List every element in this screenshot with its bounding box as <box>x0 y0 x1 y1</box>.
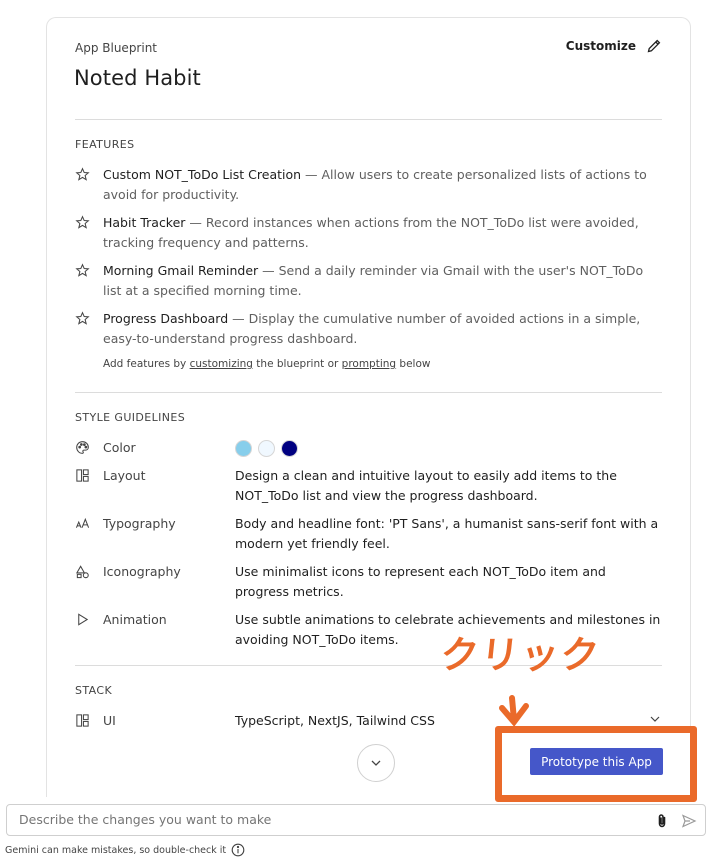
color-swatches <box>235 438 298 459</box>
stack-section-title: STACK <box>75 684 113 697</box>
style-row-label: Animation <box>103 612 167 627</box>
style-row-value: Body and headline font: 'PT Sans', a hum… <box>235 516 659 551</box>
palette-icon <box>76 441 89 454</box>
customize-label: Customize <box>565 39 636 53</box>
feature-item: Custom NOT_ToDo List Creation — Allow us… <box>75 165 662 205</box>
feature-name: Habit Tracker <box>103 215 186 230</box>
color-swatch <box>235 440 252 457</box>
style-row-typography: Typography Body and headline font: 'PT S… <box>75 514 662 554</box>
star-icon <box>75 215 90 229</box>
chevron-down-icon[interactable] <box>648 712 662 726</box>
expand-button[interactable] <box>357 744 395 782</box>
color-swatch <box>258 440 275 457</box>
prompt-input[interactable] <box>19 812 619 827</box>
customizing-link[interactable]: customizing <box>190 358 253 370</box>
star-icon <box>75 167 90 181</box>
style-row-label: Typography <box>103 516 176 531</box>
color-swatch <box>281 440 298 457</box>
annotation-highlight-box <box>495 726 697 802</box>
shapes-icon <box>75 565 89 579</box>
style-row-iconography: Iconography Use minimalist icons to repr… <box>75 562 662 602</box>
chat-bar <box>6 804 706 836</box>
attachment-icon[interactable] <box>654 813 670 829</box>
style-row-layout: Layout Design a clean and intuitive layo… <box>75 466 662 506</box>
app-title: Noted Habit <box>74 66 201 90</box>
style-row-value: Use minimalist icons to represent each N… <box>235 564 606 599</box>
style-section-title: STYLE GUIDELINES <box>75 411 186 424</box>
hint-text: Add features by <box>103 358 190 370</box>
info-icon[interactable] <box>231 843 245 857</box>
hint-text: the blueprint or <box>252 358 342 370</box>
disclaimer: Gemini can make mistakes, so double-chec… <box>5 843 245 857</box>
play-icon <box>78 613 89 626</box>
chevron-down-icon <box>371 760 381 766</box>
feature-name: Progress Dashboard <box>103 311 229 326</box>
stack-row-label: UI <box>103 713 116 728</box>
feature-item: Morning Gmail Reminder — Send a daily re… <box>75 261 662 301</box>
style-row-label: Iconography <box>103 564 181 579</box>
style-row-color: Color <box>75 438 662 459</box>
features-section-title: FEATURES <box>75 138 135 151</box>
style-row-value: Design a clean and intuitive layout to e… <box>235 468 617 503</box>
disclaimer-text: Gemini can make mistakes, so double-chec… <box>5 844 227 856</box>
divider <box>75 392 662 393</box>
divider <box>75 119 662 120</box>
layout-icon <box>76 714 89 727</box>
features-hint: Add features by customizing the blueprin… <box>103 358 431 370</box>
feature-item: Habit Tracker — Record instances when ac… <box>75 213 662 253</box>
feature-item: Progress Dashboard — Display the cumulat… <box>75 309 662 349</box>
pencil-icon <box>647 39 661 53</box>
send-icon[interactable] <box>681 813 697 829</box>
blueprint-eyebrow: App Blueprint <box>75 41 158 55</box>
style-row-label: Layout <box>103 468 146 483</box>
feature-name: Custom NOT_ToDo List Creation <box>103 167 302 182</box>
typography-icon <box>75 517 90 528</box>
stack-row-value: TypeScript, NextJS, Tailwind CSS <box>235 713 435 728</box>
prompting-link[interactable]: prompting <box>342 358 396 370</box>
style-row-label: Color <box>103 440 136 455</box>
layout-icon <box>76 469 89 482</box>
hint-text: below <box>396 358 431 370</box>
star-icon <box>75 311 90 325</box>
star-icon <box>75 263 90 277</box>
annotation-text: クリック <box>438 633 603 677</box>
feature-name: Morning Gmail Reminder <box>103 263 259 278</box>
customize-button[interactable]: Customize <box>566 38 662 54</box>
